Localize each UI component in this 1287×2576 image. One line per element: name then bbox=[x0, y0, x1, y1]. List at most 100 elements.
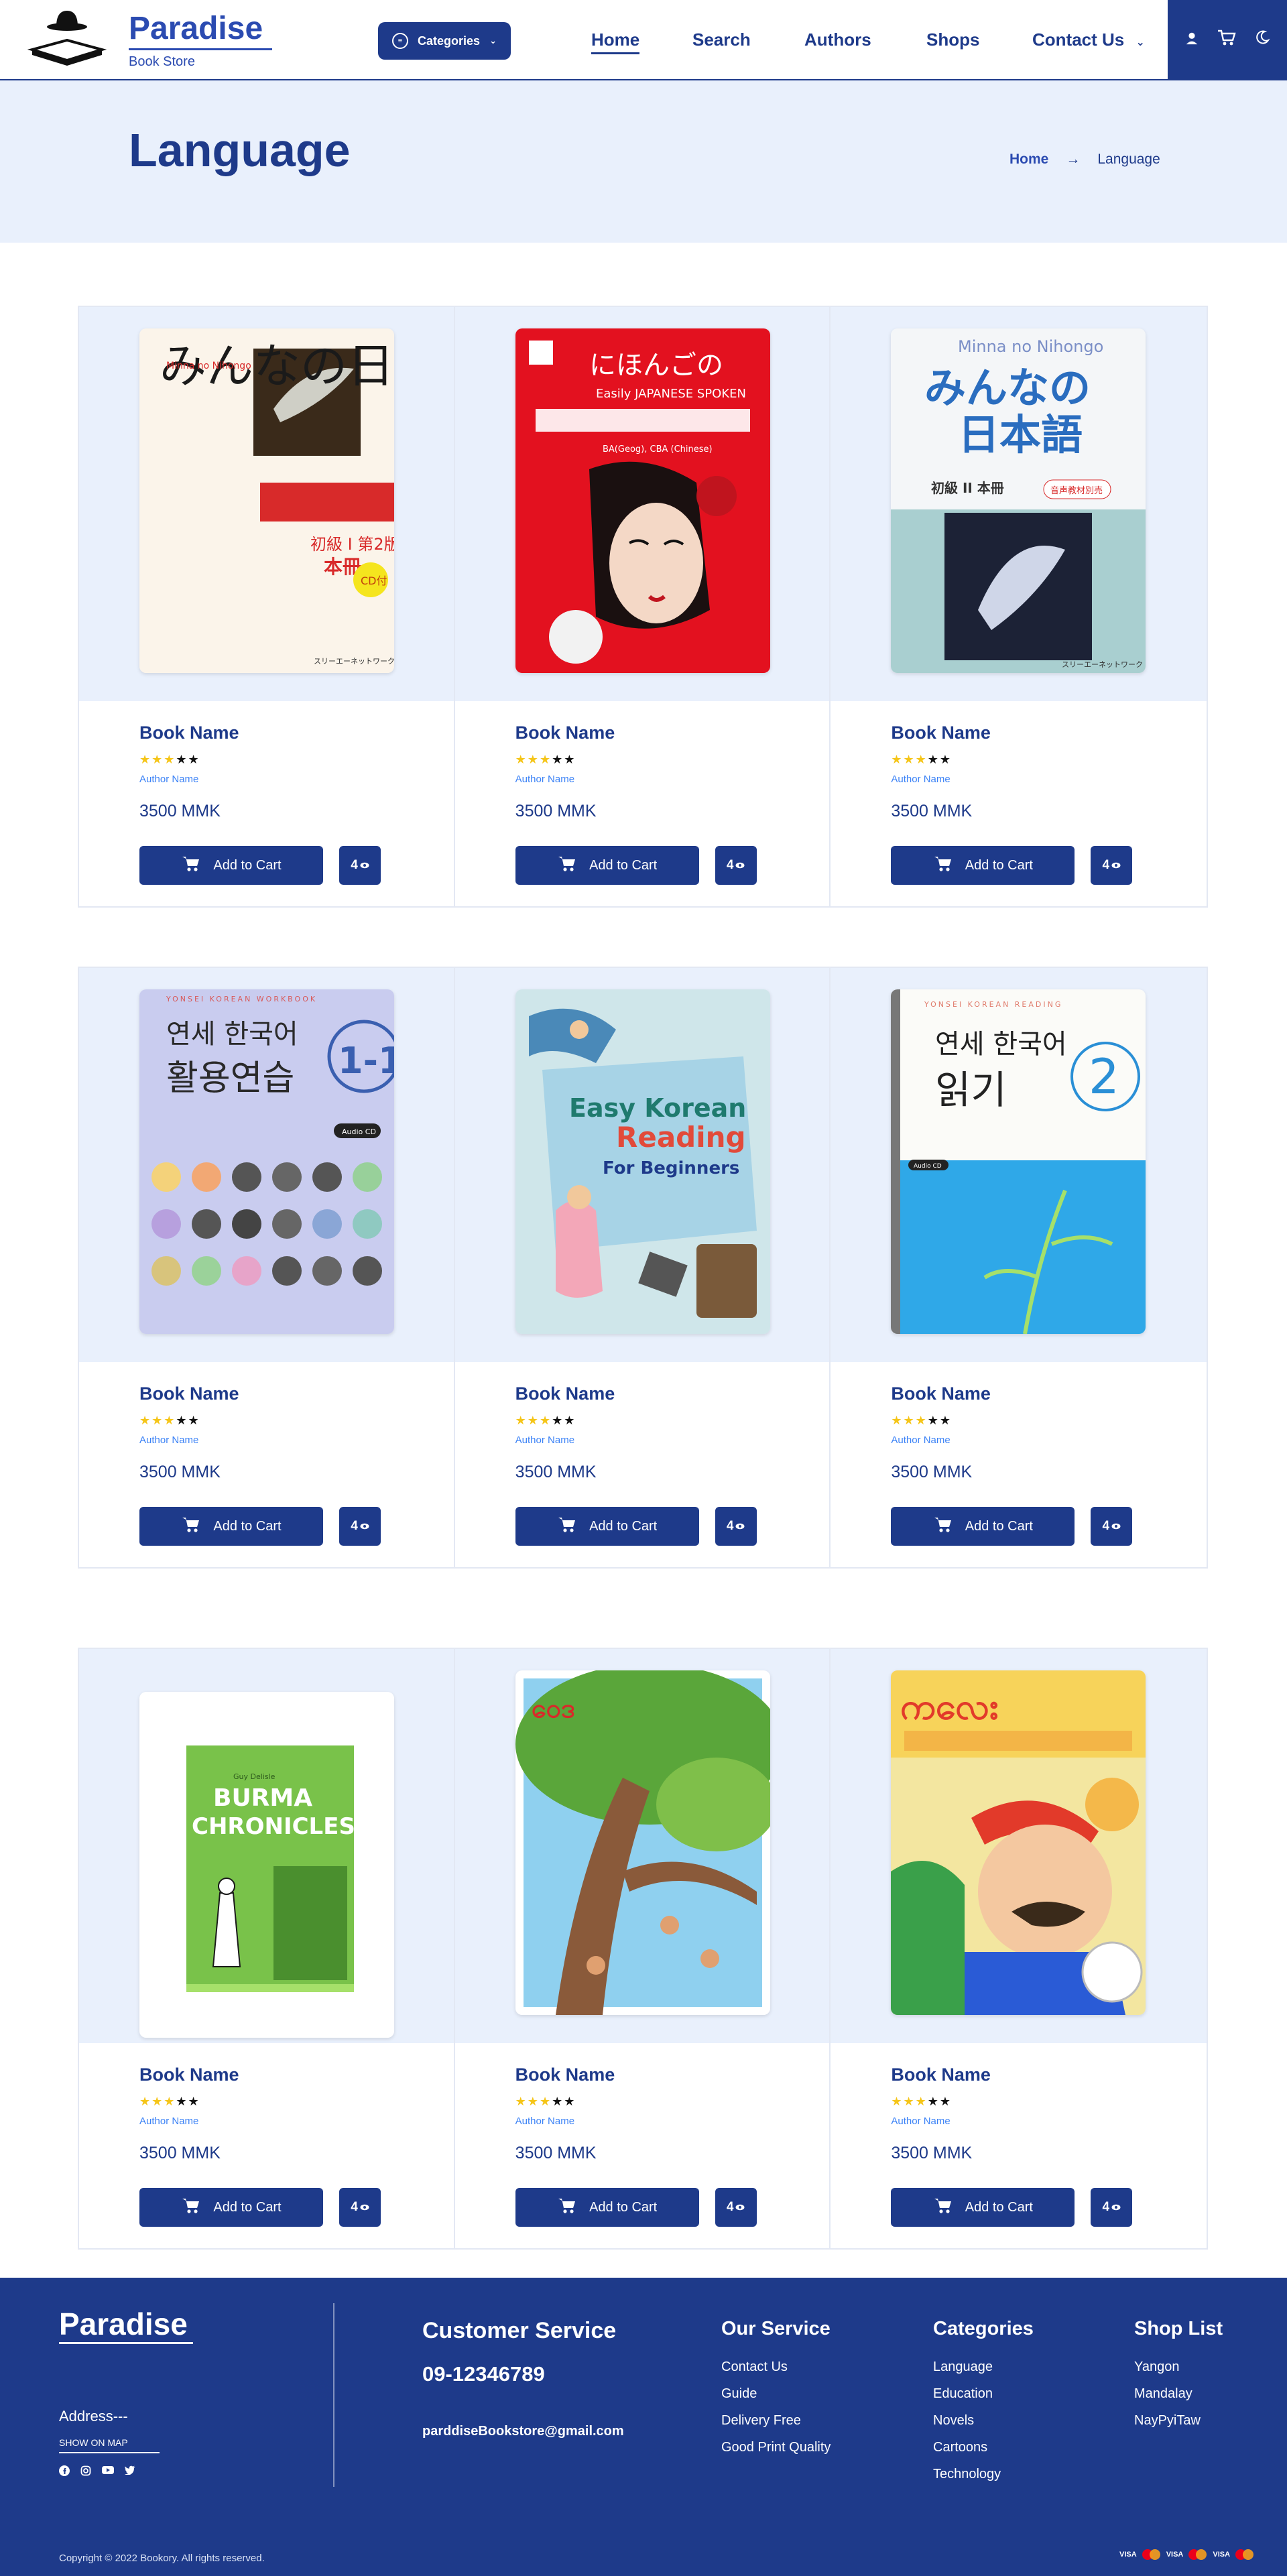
footer-link-language[interactable]: Language bbox=[933, 2353, 1034, 2380]
book-cover[interactable]: にほんごの Easily JAPANESE SPOKEN BA(Geog), C… bbox=[515, 328, 770, 673]
book-cover[interactable]: YONSEI KOREAN WORKBOOK 연세 한국어 활용연습 1-1 A… bbox=[139, 989, 394, 1334]
add-to-cart-button[interactable]: Add to Cart bbox=[515, 846, 699, 885]
views-button[interactable]: 4 bbox=[339, 2188, 381, 2227]
footer-link-good-print-quality[interactable]: Good Print Quality bbox=[721, 2434, 831, 2461]
moon-icon[interactable] bbox=[1254, 29, 1270, 50]
user-icon[interactable] bbox=[1184, 29, 1199, 50]
facebook-icon[interactable] bbox=[59, 2465, 70, 2478]
footer-link-education[interactable]: Education bbox=[933, 2380, 1034, 2407]
footer-link-naypyitaw[interactable]: NayPyiTaw bbox=[1134, 2407, 1223, 2434]
phone-number[interactable]: 09-12346789 bbox=[422, 2362, 545, 2386]
views-button[interactable]: 4 bbox=[715, 1507, 757, 1546]
email-link[interactable]: parddiseBookstore@gmail.com bbox=[422, 2424, 624, 2439]
add-to-cart-button[interactable]: Add to Cart bbox=[891, 2188, 1075, 2227]
add-to-cart-button[interactable]: Add to Cart bbox=[891, 1507, 1075, 1546]
rating-stars: ★★★★★ bbox=[891, 1414, 953, 1427]
book-name[interactable]: Book Name bbox=[891, 723, 991, 743]
footer-link-delivery-free[interactable]: Delivery Free bbox=[721, 2407, 831, 2434]
cover-text: 2 bbox=[1089, 1048, 1119, 1105]
social-links bbox=[59, 2465, 135, 2478]
product-image-area: Guy Delisle BURMA CHRONICLES bbox=[79, 1649, 454, 2043]
views-button[interactable]: 4 bbox=[715, 846, 757, 885]
add-to-cart-button[interactable]: Add to Cart bbox=[515, 1507, 699, 1546]
categories-button[interactable]: ≡ Categories ⌄ bbox=[378, 22, 511, 60]
add-to-cart-button[interactable]: Add to Cart bbox=[139, 846, 323, 885]
footer-brand[interactable]: Paradise bbox=[59, 2306, 193, 2344]
logo-icon[interactable] bbox=[27, 7, 107, 67]
product-image-area: にほんごの Easily JAPANESE SPOKEN BA(Geog), C… bbox=[454, 307, 830, 701]
author-name[interactable]: Author Name bbox=[139, 2115, 198, 2127]
brand-name: Paradise bbox=[129, 9, 273, 50]
nav-authors[interactable]: Authors bbox=[804, 29, 871, 50]
views-button[interactable]: 4 bbox=[715, 2188, 757, 2227]
footer-link-yangon[interactable]: Yangon bbox=[1134, 2353, 1223, 2380]
footer-link-mandalay[interactable]: Mandalay bbox=[1134, 2380, 1223, 2407]
cart-icon bbox=[557, 2197, 577, 2218]
book-name[interactable]: Book Name bbox=[515, 2065, 615, 2085]
book-name[interactable]: Book Name bbox=[139, 2065, 239, 2085]
eye-icon bbox=[1111, 858, 1121, 873]
footer-link-contact-us[interactable]: Contact Us bbox=[721, 2353, 831, 2380]
book-name[interactable]: Book Name bbox=[891, 1384, 991, 1404]
footer-address: Address--- bbox=[59, 2408, 128, 2425]
add-to-cart-button[interactable]: Add to Cart bbox=[139, 1507, 323, 1546]
book-name[interactable]: Book Name bbox=[139, 723, 239, 743]
book-cover[interactable]: YONSEI KOREAN READING 연세 한국어 읽기 2 Audio … bbox=[891, 989, 1146, 1334]
page-title: Language bbox=[129, 124, 351, 176]
cart-icon[interactable] bbox=[1217, 29, 1236, 51]
author-name[interactable]: Author Name bbox=[891, 2115, 950, 2127]
book-cover[interactable]: みんなの日本語 Minna no Nihongo 初級 I 第2版 本冊 CD付… bbox=[139, 328, 394, 673]
footer-link-novels[interactable]: Novels bbox=[933, 2407, 1034, 2434]
views-button[interactable]: 4 bbox=[1091, 846, 1133, 885]
footer-link-cartoons[interactable]: Cartoons bbox=[933, 2434, 1034, 2461]
twitter-icon[interactable] bbox=[125, 2465, 135, 2478]
show-on-map-link[interactable]: SHOW ON MAP bbox=[59, 2437, 160, 2453]
instagram-icon[interactable] bbox=[80, 2465, 91, 2478]
views-count: 4 bbox=[1102, 2200, 1110, 2214]
author-name[interactable]: Author Name bbox=[139, 1434, 198, 1446]
author-name[interactable]: Author Name bbox=[515, 774, 574, 785]
youtube-icon[interactable] bbox=[102, 2465, 114, 2478]
nav-contact-us[interactable]: Contact Us ⌄ bbox=[1032, 29, 1145, 50]
nav-search[interactable]: Search bbox=[692, 29, 751, 50]
book-cover[interactable]: ဝေဒ bbox=[515, 1670, 770, 2015]
author-name[interactable]: Author Name bbox=[515, 1434, 574, 1446]
footer-link-technology[interactable]: Technology bbox=[933, 2461, 1034, 2488]
chevron-down-icon: ⌄ bbox=[489, 36, 497, 46]
eye-icon bbox=[1111, 2200, 1121, 2215]
book-name[interactable]: Book Name bbox=[139, 1384, 239, 1404]
book-cover[interactable]: Easy Korean Reading For Beginners bbox=[515, 989, 770, 1334]
add-to-cart-button[interactable]: Add to Cart bbox=[515, 2188, 699, 2227]
rating-stars: ★★★★★ bbox=[515, 753, 576, 766]
book-name[interactable]: Book Name bbox=[891, 2065, 991, 2085]
footer-link-guide[interactable]: Guide bbox=[721, 2380, 831, 2407]
views-button[interactable]: 4 bbox=[339, 1507, 381, 1546]
book-cover[interactable]: ကလေး bbox=[891, 1670, 1146, 2015]
views-count: 4 bbox=[726, 858, 734, 872]
our-service-title: Our Service bbox=[721, 2318, 831, 2339]
views-button[interactable]: 4 bbox=[1091, 2188, 1133, 2227]
book-cover[interactable]: Minna no Nihongo みんなの 日本語 初級 II 本冊 音声教材別… bbox=[891, 328, 1146, 673]
author-name[interactable]: Author Name bbox=[891, 774, 950, 785]
nav-shops[interactable]: Shops bbox=[926, 29, 979, 50]
views-count: 4 bbox=[351, 1519, 358, 1533]
breadcrumb-home[interactable]: Home bbox=[1009, 151, 1048, 168]
cover-text: CD付 bbox=[361, 574, 387, 587]
add-to-cart-button[interactable]: Add to Cart bbox=[139, 2188, 323, 2227]
cart-icon bbox=[557, 1516, 577, 1537]
nav-home[interactable]: Home bbox=[591, 29, 640, 54]
views-button[interactable]: 4 bbox=[1091, 1507, 1133, 1546]
author-name[interactable]: Author Name bbox=[891, 1434, 950, 1446]
add-to-cart-button[interactable]: Add to Cart bbox=[891, 846, 1075, 885]
book-cover[interactable]: Guy Delisle BURMA CHRONICLES bbox=[139, 1692, 394, 2038]
book-name[interactable]: Book Name bbox=[515, 723, 615, 743]
author-name[interactable]: Author Name bbox=[139, 774, 198, 785]
eye-icon bbox=[735, 1519, 745, 1534]
book-name[interactable]: Book Name bbox=[515, 1384, 615, 1404]
add-to-cart-label: Add to Cart bbox=[213, 857, 282, 873]
views-count: 4 bbox=[351, 2200, 358, 2214]
author-name[interactable]: Author Name bbox=[515, 2115, 574, 2127]
add-to-cart-label: Add to Cart bbox=[213, 1518, 282, 1534]
brand[interactable]: Paradise Book Store bbox=[129, 9, 273, 70]
views-button[interactable]: 4 bbox=[339, 846, 381, 885]
